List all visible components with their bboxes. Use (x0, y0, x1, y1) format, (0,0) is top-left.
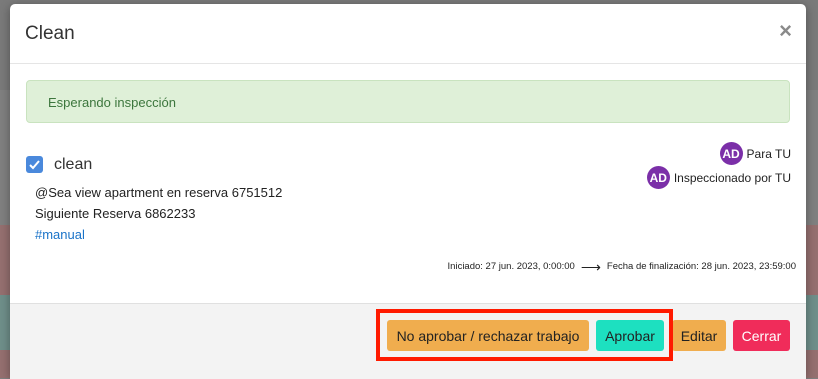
task-modal: Clean × Esperando inspección clean @Sea … (10, 4, 806, 379)
assignee-for: AD Para TU (719, 142, 791, 165)
arrow-right-icon: ⟶ (580, 258, 601, 275)
close-button[interactable]: Cerrar (733, 320, 790, 351)
checkmark-icon (29, 160, 40, 170)
assignee-label: Inspeccionado por TU (673, 170, 791, 185)
modal-header: Clean × (10, 4, 806, 64)
approve-button[interactable]: Aprobar (596, 320, 664, 351)
assignee-label: Para TU (746, 146, 791, 161)
reject-button[interactable]: No aprobar / rechazar trabajo (387, 320, 589, 351)
modal-footer: No aprobar / rechazar trabajo Aprobar Ed… (10, 303, 806, 379)
avatar: AD (646, 166, 670, 189)
task-next-reservation-line: Siguiente Reserva 6862233 (35, 206, 196, 221)
avatar: AD (719, 142, 743, 165)
task-reservation-line: @Sea view apartment en reserva 6751512 (35, 185, 283, 200)
modal-title: Clean (25, 23, 75, 44)
task-name: clean (54, 156, 93, 173)
edit-button[interactable]: Editar (672, 320, 726, 351)
close-icon[interactable]: × (779, 20, 792, 42)
end-time: Fecha de finalización: 28 jun. 2023, 23:… (606, 261, 796, 272)
assignee-inspected-by: AD Inspeccionado por TU (646, 166, 791, 189)
status-alert: Esperando inspección (26, 80, 790, 123)
task-times: Iniciado: 27 jun. 2023, 0:00:00 ⟶ Fecha … (447, 258, 796, 275)
task-checkbox[interactable] (26, 156, 43, 173)
status-alert-text: Esperando inspección (48, 95, 176, 110)
tag-link[interactable]: #manual (35, 227, 85, 242)
start-time: Iniciado: 27 jun. 2023, 0:00:00 (447, 261, 575, 272)
